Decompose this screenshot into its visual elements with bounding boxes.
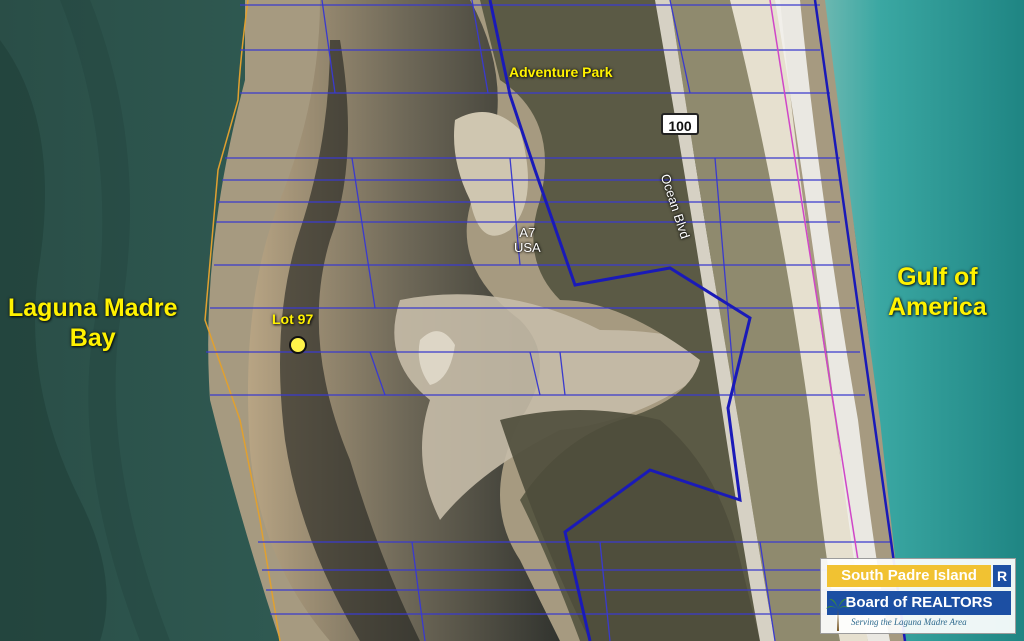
a7-usa-label: A7 USA <box>514 225 541 255</box>
realtor-r-badge: R <box>993 565 1011 587</box>
adventure-park-label: Adventure Park <box>509 64 613 80</box>
lot-97-marker[interactable] <box>289 336 307 354</box>
lot-97-label: Lot 97 <box>272 311 314 327</box>
gulf-of-america-label: Gulf of America <box>888 263 987 321</box>
palm-tree-icon <box>826 598 850 631</box>
laguna-madre-bay-label: Laguna Madre Bay <box>8 294 178 352</box>
route-100-shield: 100 <box>661 113 699 135</box>
logo-line-1: South Padre Island <box>827 565 991 587</box>
logo-line-2: Board of REALTORS <box>827 591 1011 615</box>
logo-tagline: Serving the Laguna Madre Area <box>851 617 967 627</box>
spi-realtors-logo: South Padre Island R Board of REALTORS S… <box>820 558 1016 634</box>
